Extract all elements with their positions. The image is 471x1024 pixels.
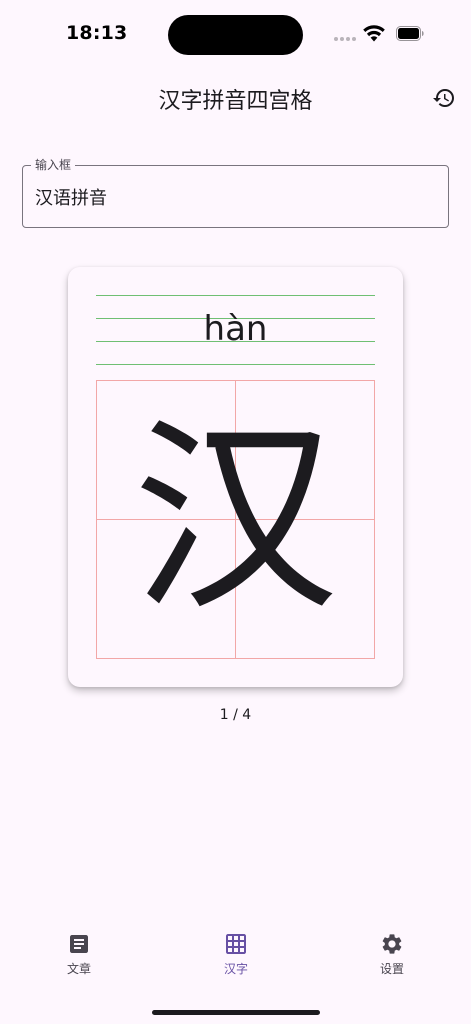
home-indicator[interactable] [152,1010,320,1015]
text-input-field[interactable]: 输入框 汉语拼音 [22,157,449,228]
status-time: 18:13 [66,22,128,44]
nav-label-article: 文章 [66,962,91,976]
pinyin-guide-line [96,364,375,365]
bottom-navigation: 文章 汉字 设置 [0,918,471,1024]
page-indicator: 1 / 4 [219,707,252,723]
nav-item-article[interactable]: 文章 [29,932,129,977]
page-title: 汉字拼音四宫格 [158,89,313,114]
pinyin-text: hàn [203,309,268,349]
app-bar: 汉字拼音四宫格 [0,70,471,126]
nav-label-hanzi: 汉字 [223,962,248,976]
nav-item-settings[interactable]: 设置 [342,932,442,977]
pinyin-guide-line [96,295,375,296]
nav-item-hanzi[interactable]: 汉字 [186,932,286,977]
article-icon [70,935,88,953]
hanzi-character: 汉 [132,399,339,639]
gear-icon [382,934,402,954]
character-card[interactable]: hàn 汉 [68,267,403,687]
nav-label-settings: 设置 [379,962,404,976]
tianzige-grid: 汉 [96,380,375,659]
grid-icon [226,934,246,954]
dynamic-island [168,15,303,55]
history-icon [433,89,454,108]
cellular-signal-icon [334,37,356,41]
status-bar: 18:13 [0,0,471,70]
input-value[interactable]: 汉语拼音 [35,184,107,210]
history-button[interactable] [426,80,462,116]
pinyin-grid: hàn [96,295,375,365]
battery-icon [396,26,424,41]
input-label: 输入框 [31,157,76,173]
wifi-icon [363,25,385,42]
